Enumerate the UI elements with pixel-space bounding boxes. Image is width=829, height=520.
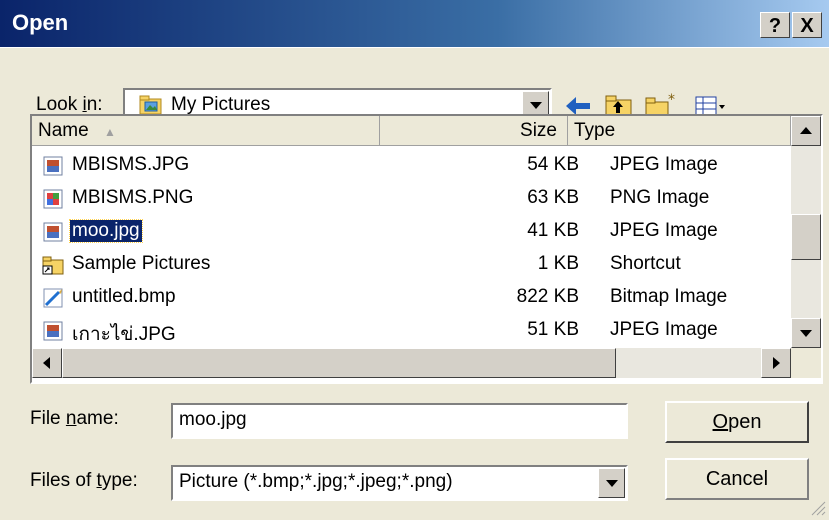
png-file-icon bbox=[43, 189, 63, 209]
title-separator bbox=[0, 47, 829, 48]
file-size-cell: 41 KB bbox=[527, 220, 579, 241]
file-size-cell: 63 KB bbox=[527, 187, 579, 208]
open-button-mnemonic: O bbox=[712, 411, 729, 433]
arrow-left-icon bbox=[43, 357, 50, 369]
arrow-up-icon bbox=[800, 127, 812, 134]
column-name-label: Name bbox=[38, 120, 89, 141]
horizontal-scrollbar[interactable] bbox=[32, 348, 791, 378]
file-type-cell: JPEG Image bbox=[610, 319, 718, 340]
scroll-right-button[interactable] bbox=[761, 348, 791, 378]
jpeg-file-icon bbox=[43, 156, 63, 176]
resize-grip-icon[interactable] bbox=[808, 498, 826, 516]
files-of-type-label: Files of type: bbox=[30, 470, 138, 491]
arrow-right-icon bbox=[773, 357, 780, 369]
scroll-corner bbox=[791, 348, 821, 378]
file-list[interactable]: Name ▲ Size Type MBISMS.JPG 54 KB JPEG Ima… bbox=[30, 114, 823, 384]
folder-shortcut-icon bbox=[42, 256, 64, 275]
file-type-cell: PNG Image bbox=[610, 187, 710, 208]
column-type-label: Type bbox=[574, 120, 616, 141]
files-of-type-dropdown-button[interactable] bbox=[598, 468, 625, 498]
column-header-type[interactable]: Type bbox=[568, 116, 791, 146]
file-name-cell: เกาะไข่.JPG bbox=[72, 324, 176, 345]
file-row[interactable]: MBISMS.JPG 54 KB JPEG Image bbox=[32, 150, 793, 183]
cancel-button[interactable]: Cancel bbox=[665, 458, 809, 500]
vertical-scrollbar[interactable] bbox=[791, 116, 821, 348]
jpeg-file-icon bbox=[43, 222, 63, 242]
files-of-type-combo[interactable]: Picture (*.bmp;*.jpg;*.jpeg;*.png) bbox=[171, 465, 628, 501]
file-size-cell: 51 KB bbox=[527, 319, 579, 340]
help-button[interactable]: ? bbox=[760, 12, 790, 38]
my-pictures-folder-icon bbox=[139, 95, 162, 115]
file-type-cell: Bitmap Image bbox=[610, 286, 728, 307]
file-type-cell: JPEG Image bbox=[610, 220, 718, 241]
open-dialog: Open ? X Look in: My Pictures * Name ▲ S… bbox=[0, 0, 829, 520]
jpeg-file-icon bbox=[43, 321, 63, 341]
file-name-cell: untitled.bmp bbox=[72, 286, 176, 307]
open-button-label: pen bbox=[728, 411, 762, 433]
file-name-value: moo.jpg bbox=[179, 409, 247, 430]
file-row[interactable]: เกาะไข่.JPG 51 KB JPEG Image bbox=[32, 315, 793, 348]
scroll-left-button[interactable] bbox=[32, 348, 62, 378]
chevron-down-icon bbox=[529, 102, 542, 109]
file-size-cell: 54 KB bbox=[527, 154, 579, 175]
look-in-value: My Pictures bbox=[171, 94, 271, 115]
column-header-name[interactable]: Name ▲ bbox=[32, 116, 380, 146]
column-size-label: Size bbox=[520, 120, 557, 141]
arrow-down-icon bbox=[800, 330, 812, 337]
open-button[interactable]: Open bbox=[665, 401, 809, 443]
file-row[interactable]: moo.jpg 41 KB JPEG Image bbox=[32, 216, 793, 249]
svg-text:*: * bbox=[668, 92, 675, 108]
scroll-down-button[interactable] bbox=[791, 318, 821, 348]
file-row[interactable]: MBISMS.PNG 63 KB PNG Image bbox=[32, 183, 793, 216]
file-type-cell: JPEG Image bbox=[610, 154, 718, 175]
file-name-cell: MBISMS.JPG bbox=[72, 154, 190, 175]
chevron-down-icon bbox=[605, 480, 618, 487]
file-type-cell: Shortcut bbox=[610, 253, 681, 274]
title-bar[interactable]: Open ? X bbox=[0, 0, 829, 47]
file-name-field[interactable]: moo.jpg bbox=[171, 403, 628, 439]
bitmap-file-icon bbox=[43, 288, 63, 308]
sort-ascending-icon: ▲ bbox=[103, 125, 116, 139]
file-name-label: File name: bbox=[30, 408, 119, 429]
look-in-label: Look in: bbox=[36, 94, 103, 115]
file-name-cell: Sample Pictures bbox=[72, 253, 211, 274]
file-name-cell: moo.jpg bbox=[69, 219, 143, 243]
window-title: Open bbox=[12, 10, 69, 35]
file-size-cell: 822 KB bbox=[516, 286, 579, 307]
file-row[interactable]: untitled.bmp 822 KB Bitmap Image bbox=[32, 282, 793, 315]
file-name-cell: MBISMS.PNG bbox=[72, 187, 194, 208]
files-of-type-value: Picture (*.bmp;*.jpg;*.jpeg;*.png) bbox=[179, 471, 453, 492]
column-header-size[interactable]: Size bbox=[380, 116, 568, 146]
horizontal-scroll-thumb[interactable] bbox=[62, 348, 616, 378]
vertical-scroll-thumb[interactable] bbox=[791, 214, 821, 260]
file-row[interactable]: Sample Pictures 1 KB Shortcut bbox=[32, 249, 793, 282]
close-button[interactable]: X bbox=[792, 12, 822, 38]
scroll-up-button[interactable] bbox=[791, 116, 821, 146]
file-size-cell: 1 KB bbox=[537, 253, 579, 274]
